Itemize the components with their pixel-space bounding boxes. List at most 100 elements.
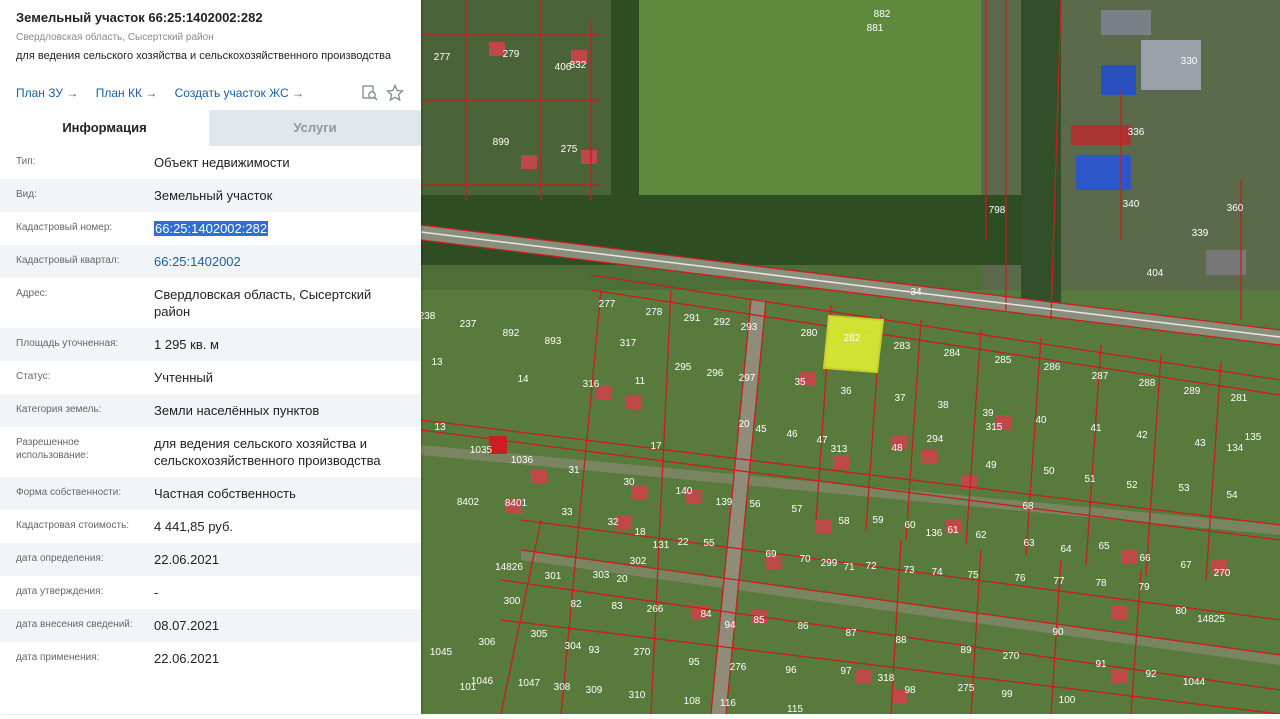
parcel-number-label: 309 [586,685,603,696]
tab-information[interactable]: Информация [0,110,209,146]
attribute-label: дата определения: [16,553,104,564]
attribute-row: дата внесения сведений: 08.07.2021 [0,609,421,642]
parcel-number-label: 61 [947,525,959,536]
attribute-value: Свердловская область, Сысертский район [154,287,372,319]
tab-services[interactable]: Услуги [209,110,421,146]
building [1101,65,1136,95]
parcel-number-label: 82 [570,599,582,610]
parcel-number-label: 281 [1231,393,1248,404]
parcel-number-label: 1047 [518,678,541,689]
house [816,520,832,534]
parcel-number-label: 74 [931,567,943,578]
parcel-number-label: 50 [1043,466,1055,477]
parcel-number-label: 40 [1035,415,1047,426]
parcel-number-label: 92 [1145,669,1157,680]
parcel-number-label: 91 [1095,659,1107,670]
attribute-row: Площадь уточненная: 1 295 кв. м [0,328,421,361]
parcel-number-label: 339 [1192,228,1209,239]
attribute-row: Разрешенное использование: для ведения се… [0,427,421,477]
cadastral-map[interactable]: 882 881 277 279 406 832 330 899 275 336 340 798 360 3… [419,0,1280,715]
parcel-number-label: 139 [716,497,733,508]
parcel-number-label: 62 [975,530,987,541]
parcel-number-label: 238 [421,311,436,322]
attribute-value[interactable]: 66:25:1402002:282 [154,220,409,237]
parcel-number-label: 93 [588,645,600,656]
parcel-number-label: 8402 [457,497,480,508]
parcel-number-label: 20 [738,419,750,430]
plan-zu-link[interactable]: План ЗУ → [16,86,78,100]
parcel-number-label: 87 [845,628,857,639]
attribute-row: Кадастровый номер: 66:25:1402002:282 [0,212,421,245]
parcel-number-label: 404 [1147,268,1164,279]
attribute-label: Тип: [16,156,36,167]
parcel-number-label: 282 [844,333,861,344]
house [1111,670,1127,684]
parcel-number-label: 330 [1181,56,1198,67]
parcel-number-label: 43 [1194,438,1206,449]
tree-belt [1021,0,1061,310]
parcel-number-label: 22 [677,537,689,548]
parcel-number-label: 881 [867,23,884,34]
attribute-value[interactable]: 66:25:1402002 [154,253,409,270]
parcel-number-label: 56 [749,499,761,510]
attribute-value: 08.07.2021 [154,618,220,633]
attribute-row: Статус: Учтенный [0,361,421,394]
create-parcel-link[interactable]: Создать участок ЖС → [175,86,304,100]
parcel-number-label: 17 [650,441,662,452]
parcel-number-label: 64 [1060,544,1072,555]
attribute-label: дата утверждения: [16,586,104,597]
attribute-value: Частная собственность [154,486,296,501]
star-icon[interactable] [385,83,405,102]
parcel-number-label: 237 [460,319,477,330]
attribute-value: Земельный участок [154,188,273,203]
parcel-number-label: 52 [1126,480,1138,491]
tab-bar: Информация Услуги [0,110,421,146]
building [1206,250,1246,275]
map-canvas[interactable]: 882881277 279406832 330899275336340798 3603… [419,0,1280,715]
selected-parcel-282 [822,314,885,374]
parcel-number-label: 1036 [511,455,534,466]
attribute-value: Учтенный [154,370,214,385]
house [626,395,642,409]
search-document-icon[interactable] [361,84,379,102]
parcel-title: Земельный участок 66:25:1402002:282 [16,10,263,25]
parcel-number-label: 1046 [471,676,494,687]
parcel-number-label: 41 [1090,423,1102,434]
parcel-number-label: 14825 [1197,614,1225,625]
parcel-number-label: 306 [479,637,496,648]
parcel-number-label: 98 [904,685,916,696]
parcel-number-label: 1035 [470,445,493,456]
parcel-number-label: 34 [910,287,922,298]
parcel-number-label: 284 [944,348,961,359]
parcel-number-label: 51 [1084,474,1096,485]
parcel-number-label: 45 [755,424,767,435]
parcel-number-label: 313 [831,444,848,455]
parcel-number-label: 88 [895,635,907,646]
parcel-number-label: 36 [840,386,852,397]
parcel-region: Свердловская область, Сысертский район [16,32,214,43]
attribute-label: Адрес: [16,288,48,299]
parcel-number-label: 292 [714,317,731,328]
plan-kk-link[interactable]: План КК → [96,86,158,100]
house [921,450,937,464]
parcel-number-label: 69 [765,549,777,560]
house [581,150,597,164]
parcel-number-label: 77 [1053,576,1065,587]
attribute-label: дата применения: [16,652,100,663]
attribute-value: 22.06.2021 [154,552,220,567]
parcel-number-label: 296 [707,368,724,379]
parcel-number-label: 293 [741,322,758,333]
parcel-number-label: 94 [724,620,736,631]
parcel-number-label: 289 [1184,386,1201,397]
parcel-number-label: 899 [493,137,510,148]
attribute-label: Категория земель: [16,404,102,415]
house [1121,550,1137,564]
parcel-number-label: 71 [843,562,855,573]
parcel-number-label: 59 [872,515,884,526]
village-north [421,0,636,220]
parcel-number-label: 90 [1052,627,1064,638]
parcel-number-label: 882 [874,9,891,20]
cadastral-number-selected[interactable]: 66:25:1402002:282 [154,221,269,236]
parcel-number-label: 275 [958,683,975,694]
parcel-number-label: 299 [821,558,838,569]
